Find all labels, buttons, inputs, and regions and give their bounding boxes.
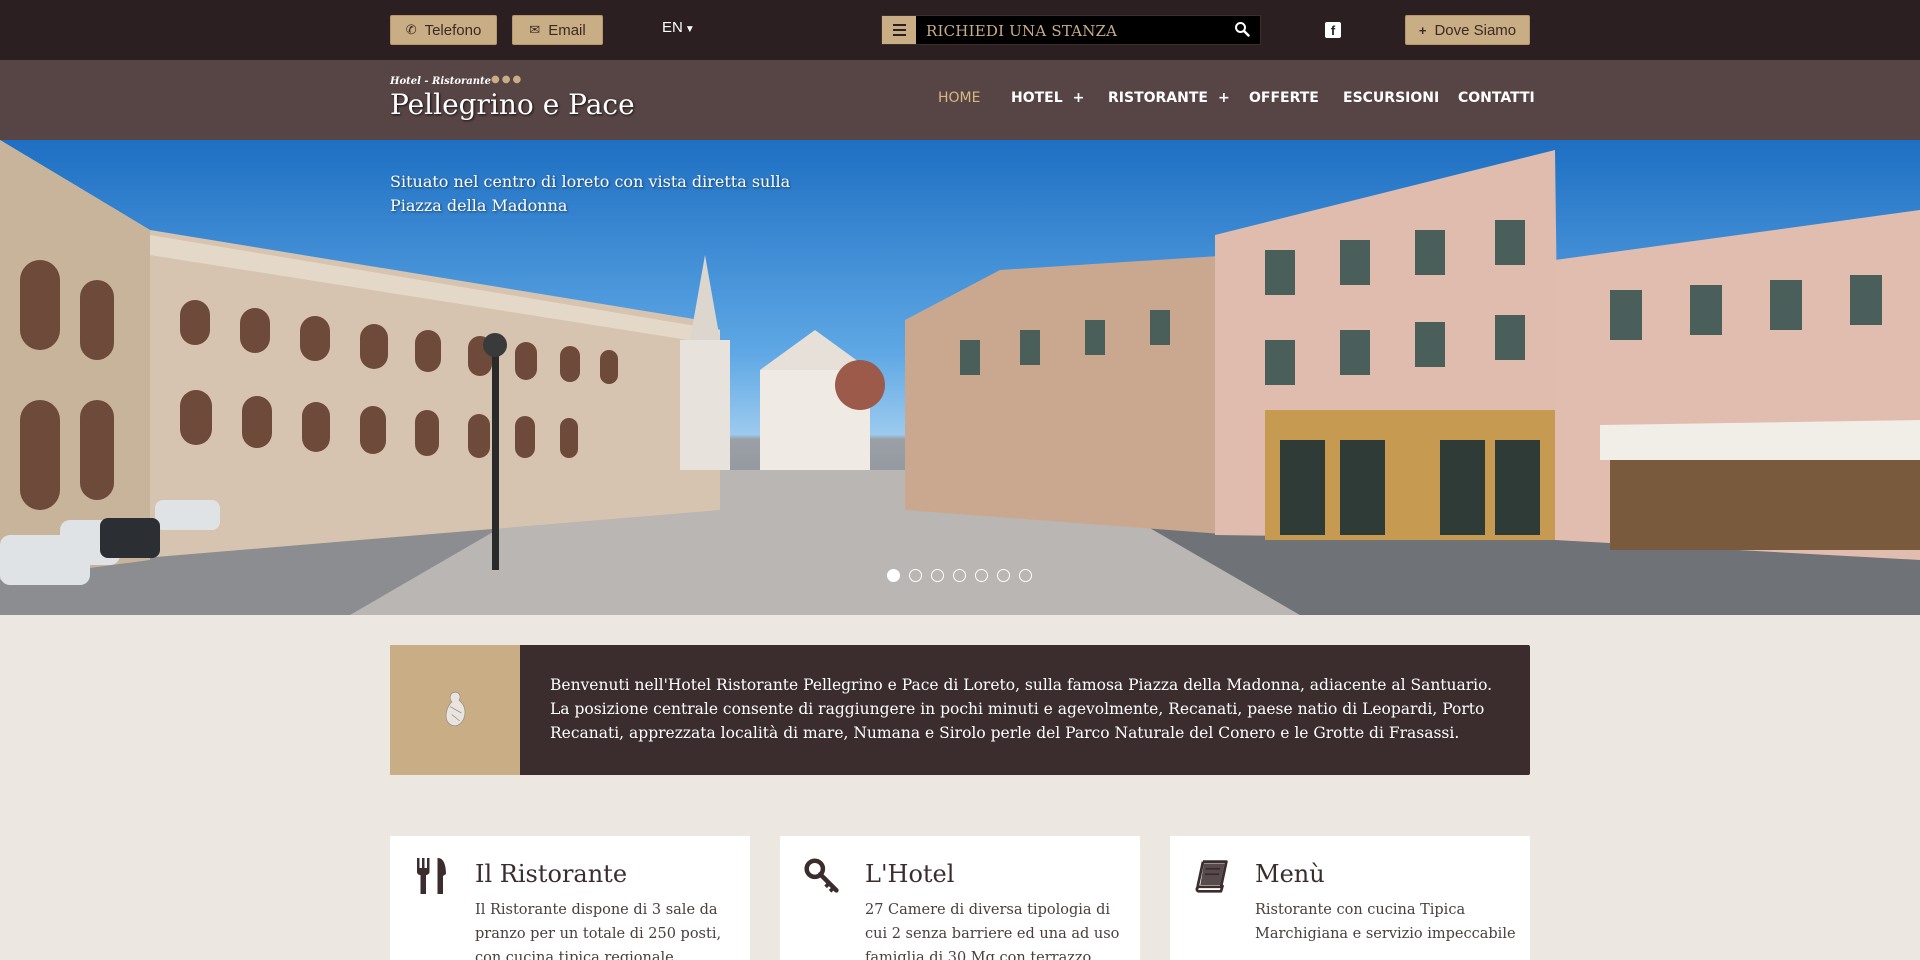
welcome-side-panel — [390, 645, 520, 775]
slider-dot[interactable] — [997, 569, 1010, 582]
plus-icon: + — [1217, 90, 1230, 106]
slider-pagination — [887, 569, 1032, 582]
envelope-icon: ✉ — [529, 22, 541, 37]
room-request-search[interactable]: RICHIEDI UNA STANZA — [881, 15, 1261, 45]
card-description: Ristorante con cucina Tipica Marchigiana… — [1255, 902, 1516, 942]
menu-icon[interactable] — [882, 16, 916, 44]
brand-stars-icon: ●●● — [491, 74, 524, 85]
phone-icon: ✆ — [405, 22, 417, 37]
phone-button[interactable]: ✆ Telefono — [390, 15, 497, 45]
language-selector[interactable]: EN ▼ — [662, 19, 695, 36]
location-button-label: Dove Siamo — [1434, 21, 1517, 39]
welcome-text: Benvenuti nell'Hotel Ristorante Pellegri… — [550, 676, 1493, 742]
slider-dot[interactable] — [909, 569, 922, 582]
card-description: Il Ristorante dispone di 3 sale da pranz… — [475, 902, 722, 960]
slider-dot[interactable] — [953, 569, 966, 582]
nav-item-hotel[interactable]: HOTEL + — [1011, 90, 1084, 106]
cutlery-icon — [417, 858, 446, 894]
top-bar: ✆ Telefono ✉ Email EN ▼ RICHIEDI UNA STAN… — [0, 0, 1920, 60]
slider-dot[interactable] — [931, 569, 944, 582]
plus-icon: + — [1072, 90, 1085, 106]
nav-item-escursioni[interactable]: ESCURSIONI — [1343, 90, 1439, 106]
card-title: Menù — [1255, 860, 1325, 888]
card-hotel[interactable]: L'Hotel 27 Camere di diversa tipologia d… — [780, 836, 1140, 960]
search-input[interactable]: RICHIEDI UNA STANZA — [926, 22, 1117, 40]
card-menu[interactable]: Menù Ristorante con cucina Tipica Marchi… — [1170, 836, 1530, 960]
key-icon — [804, 858, 839, 893]
plus-icon: + — [1418, 22, 1427, 38]
card-ristorante[interactable]: Il Ristorante Il Ristorante dispone di 3… — [390, 836, 750, 960]
nav-item-contatti[interactable]: CONTATTI — [1458, 90, 1535, 106]
slider-dot[interactable] — [975, 569, 988, 582]
chevron-down-icon: ▼ — [684, 24, 695, 35]
card-description: 27 Camere di diversa tipologia di cui 2 … — [865, 902, 1120, 960]
email-button-label: Email — [548, 21, 586, 39]
nav-item-ristorante[interactable]: RISTORANTE + — [1108, 90, 1230, 106]
welcome-panel: Benvenuti nell'Hotel Ristorante Pellegri… — [390, 645, 1530, 775]
email-button[interactable]: ✉ Email — [512, 15, 603, 45]
nav-item-home[interactable]: HOME — [938, 90, 980, 106]
location-button[interactable]: + Dove Siamo — [1405, 15, 1530, 45]
brand-logo[interactable]: Pellegrino e Pace — [390, 88, 635, 121]
slider-dot[interactable] — [1019, 569, 1032, 582]
nav-label: OFFERTE — [1249, 90, 1319, 106]
nav-label: ESCURSIONI — [1343, 90, 1440, 106]
slider-dot[interactable] — [887, 569, 900, 582]
pilgrim-statue-icon — [445, 691, 466, 727]
nav-label: HOME — [938, 90, 981, 106]
nav-label: HOTEL — [1011, 90, 1063, 106]
phone-button-label: Telefono — [424, 21, 482, 39]
card-title: L'Hotel — [865, 860, 955, 888]
language-value: EN — [662, 19, 683, 36]
nav-label: CONTATTI — [1458, 90, 1535, 106]
nav-item-offerte[interactable]: OFFERTE — [1249, 90, 1319, 106]
search-icon[interactable] — [1234, 21, 1250, 37]
hero-caption: Situato nel centro di loreto con vista d… — [390, 172, 791, 215]
piazza-panorama-image — [0, 140, 1920, 615]
book-icon — [1195, 860, 1228, 893]
card-title: Il Ristorante — [475, 860, 628, 888]
hero-slider: Situato nel centro di loreto con vista d… — [0, 140, 1920, 615]
nav-label: RISTORANTE — [1108, 90, 1208, 106]
brand-tagline: Hotel - Ristorante — [390, 76, 492, 87]
facebook-icon[interactable]: f — [1325, 22, 1341, 38]
